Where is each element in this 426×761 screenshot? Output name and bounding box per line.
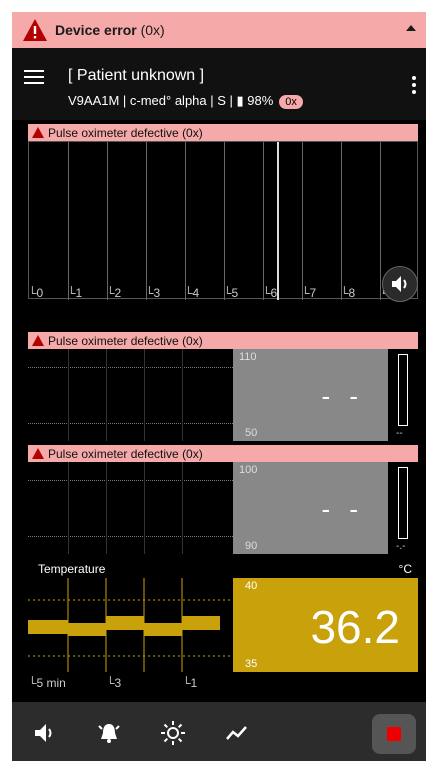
temperature-trend-graph	[28, 578, 233, 672]
vital1-alert: Pulse oximeter defective (0x)	[28, 332, 418, 349]
pleth-tick: └6	[262, 286, 278, 300]
alert-warning-icon	[32, 335, 44, 346]
temperature-tick: └3	[106, 676, 122, 690]
vital2-value-box[interactable]: 100 - - 90	[233, 462, 388, 554]
device-info-text: V9AA1M | c-med° alpha | S | ▮ 98%	[68, 93, 274, 108]
stop-icon	[387, 727, 401, 741]
pleth-tick: └2	[106, 286, 122, 300]
vital1-alert-text: Pulse oximeter defective (0x)	[48, 334, 203, 348]
vital1-trend-graph	[28, 349, 233, 441]
pleth-tick: └1	[67, 286, 83, 300]
temperature-upper-limit: 40	[245, 580, 258, 592]
patient-header: [ Patient unknown ] V9AA1M | c-med° alph…	[12, 48, 426, 120]
vital2-alert-text: Pulse oximeter defective (0x)	[48, 447, 203, 461]
trend-icon[interactable]	[224, 720, 250, 746]
pleth-tick: └4	[184, 286, 200, 300]
device-error-title: Device error (0x)	[55, 22, 165, 38]
device-error-count: (0x)	[140, 22, 165, 38]
vital2-level-bar	[398, 467, 408, 539]
vital1-value-box[interactable]: 110 - - 50	[233, 349, 388, 441]
vital1-value: - -	[321, 381, 364, 411]
temperature-panel: Temperature °C 40 36.2 35 └5 min └3 └1	[28, 560, 418, 690]
stop-button[interactable]	[372, 714, 416, 754]
vital2-lower-limit: 90	[245, 540, 258, 552]
bottom-toolbar	[12, 702, 426, 761]
temperature-unit: °C	[398, 562, 412, 576]
temperature-label: Temperature	[38, 562, 106, 576]
device-info: V9AA1M | c-med° alpha | S | ▮ 98% 0x	[68, 93, 303, 109]
vital2-alert: Pulse oximeter defective (0x)	[28, 445, 418, 462]
pleth-alert: Pulse oximeter defective (0x)	[28, 124, 418, 141]
vital1-lower-limit: 50	[245, 427, 258, 439]
vital2-trend-graph	[28, 462, 233, 554]
vital1-level-bar	[398, 354, 408, 426]
volume-toggle-button[interactable]	[382, 266, 418, 302]
vital2-upper-limit: 100	[239, 464, 258, 476]
more-options-icon[interactable]	[412, 76, 416, 97]
temperature-tick: └1	[182, 676, 198, 690]
pleth-tick: └5	[223, 286, 239, 300]
temperature-value-box[interactable]: 40 36.2 35	[233, 578, 418, 672]
patient-name: [ Patient unknown ]	[68, 67, 205, 84]
pleth-panel: Pulse oximeter defective (0x) └0 └1 └2 └…	[28, 124, 418, 324]
brightness-icon[interactable]	[160, 720, 186, 746]
alert-warning-icon	[32, 448, 44, 459]
vital1-unit: --	[396, 428, 403, 439]
speaker-icon	[392, 276, 407, 292]
alarm-bell-icon[interactable]	[96, 720, 122, 746]
monitor-screen: Device error (0x) [ Patient unknown ] V9…	[12, 12, 426, 761]
device-error-bar[interactable]: Device error (0x)	[12, 12, 426, 48]
pleth-tick: └8	[340, 286, 356, 300]
temperature-tick: └5 min	[28, 676, 66, 690]
pleth-tick: └0	[28, 286, 44, 300]
warning-icon	[23, 19, 47, 41]
pleth-alert-text: Pulse oximeter defective (0x)	[48, 126, 203, 140]
volume-icon[interactable]	[32, 720, 58, 746]
collapse-caret-icon[interactable]	[406, 25, 416, 31]
alert-warning-icon	[32, 127, 44, 138]
vital2-value: - -	[321, 494, 364, 524]
temperature-lower-limit: 35	[245, 658, 258, 670]
vital2-unit: -.-	[396, 541, 406, 552]
menu-icon[interactable]	[24, 70, 44, 84]
vital-panel-2: Pulse oximeter defective (0x) 100 - - 90…	[28, 445, 418, 557]
vital-panel-1: Pulse oximeter defective (0x) 110 - - 50…	[28, 332, 418, 444]
temperature-value: 36.2	[310, 601, 400, 653]
vital1-upper-limit: 110	[239, 351, 257, 363]
pleth-tick: └3	[145, 286, 161, 300]
pleth-tick: └7	[301, 286, 317, 300]
pleth-graph	[28, 141, 418, 300]
error-count-badge: 0x	[279, 95, 303, 109]
